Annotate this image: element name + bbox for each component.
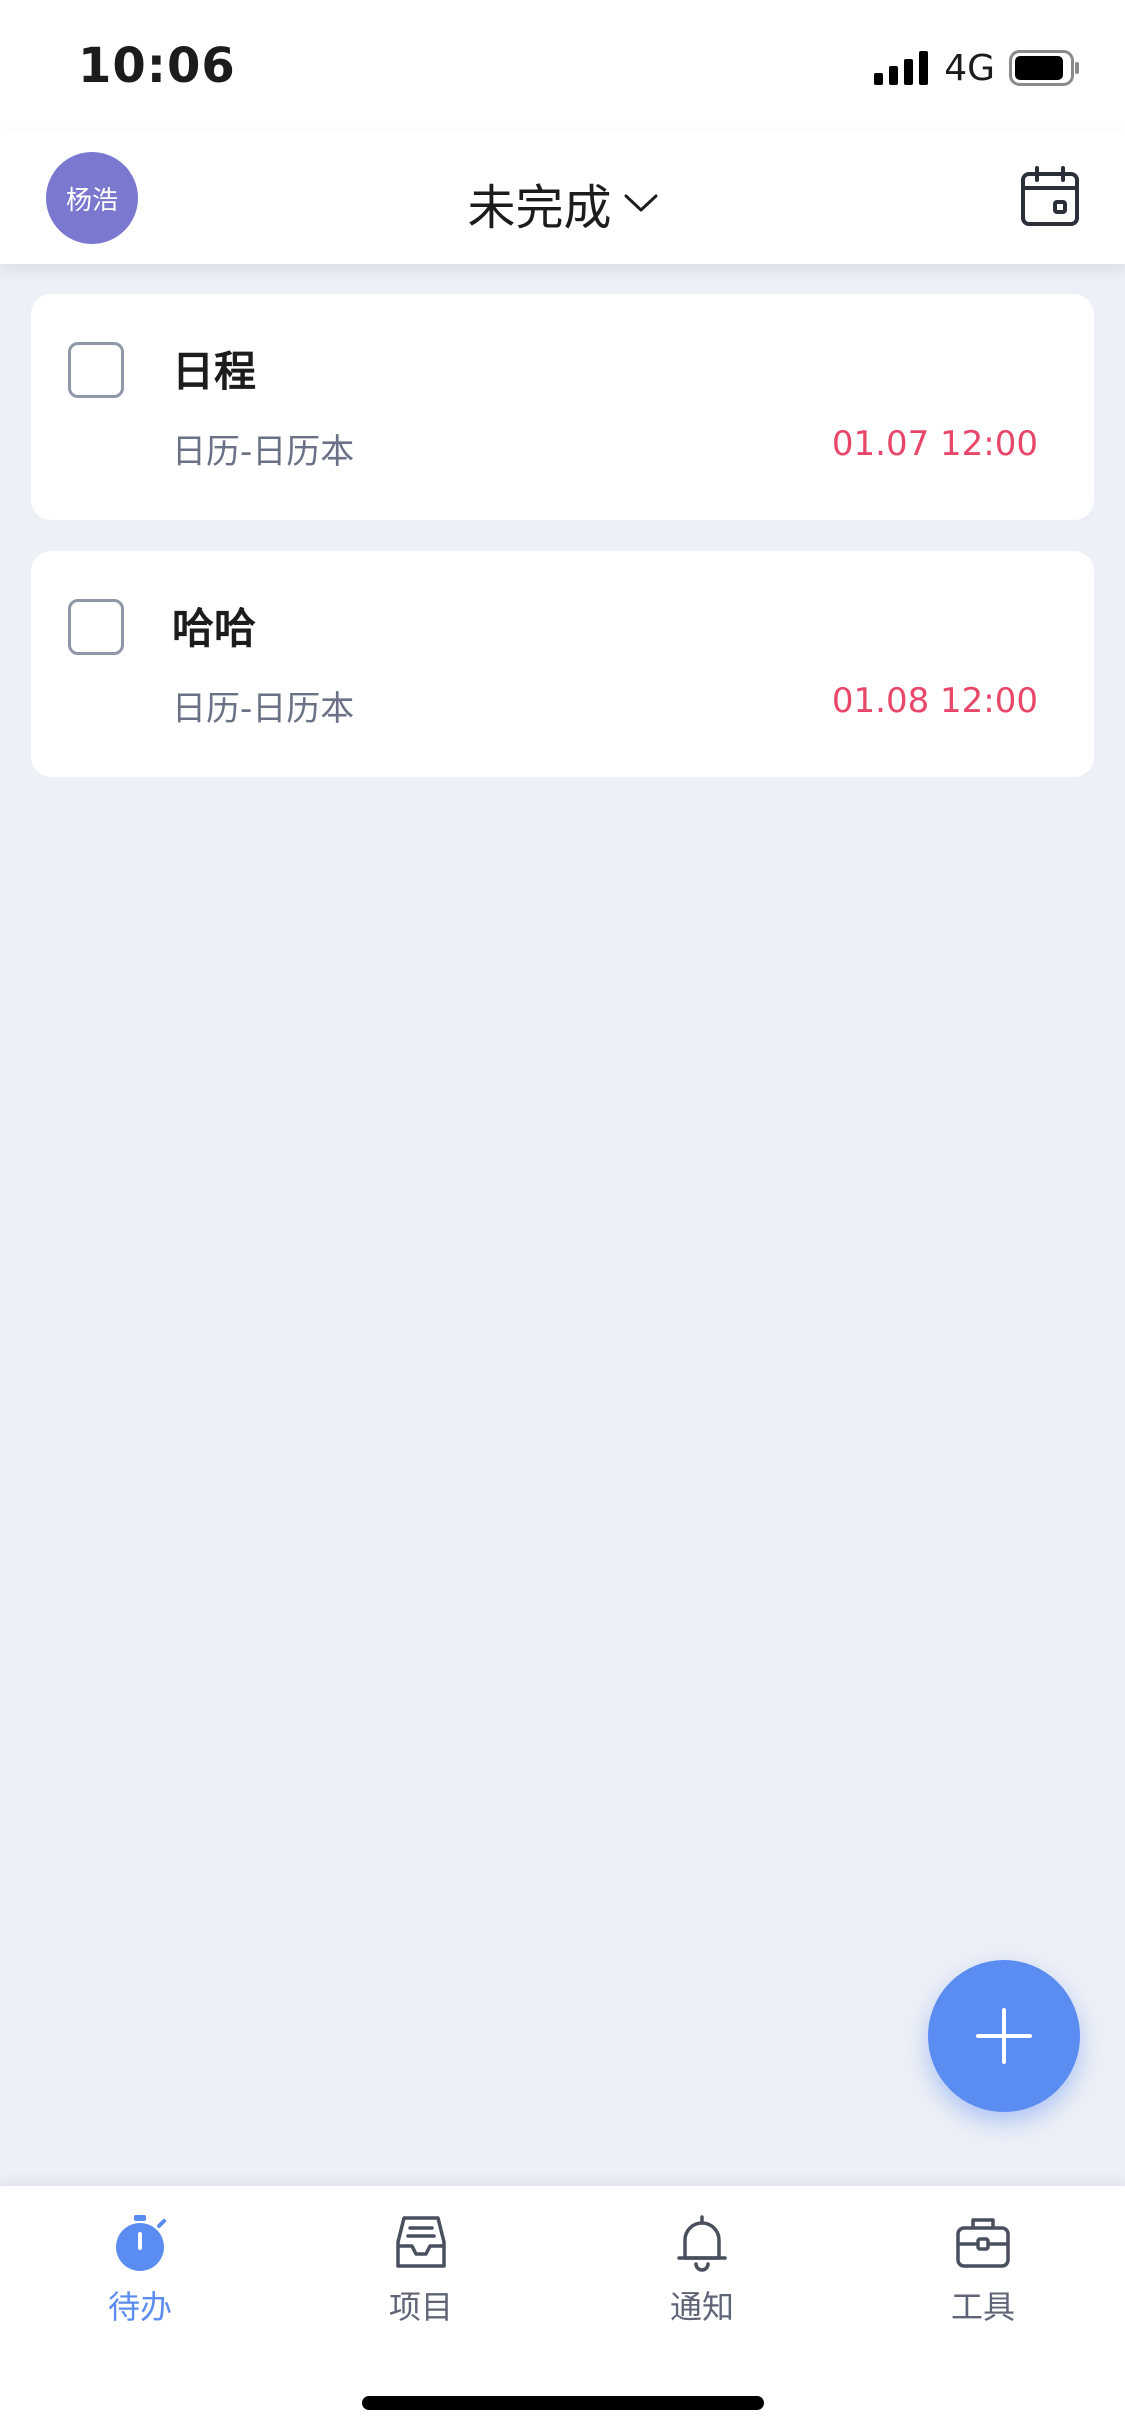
task-card[interactable]: 哈哈 日历-日历本 01.08 12:00: [31, 551, 1094, 777]
status-time: 10:06: [78, 38, 236, 94]
add-task-button[interactable]: [928, 1960, 1080, 2112]
signal-icon: [874, 51, 929, 85]
chevron-down-icon: [624, 194, 657, 212]
status-bar: 10:06 4G: [0, 0, 1125, 132]
plus-icon: [976, 2008, 1032, 2064]
calendar-button[interactable]: [1019, 166, 1081, 228]
tab-label: 待办: [107, 2288, 172, 2326]
nav-header: 杨浩 未完成: [0, 132, 1125, 264]
task-calendar: 日历-日历本: [172, 689, 355, 729]
tab-bar: 待办 项目 通知 工具: [0, 2186, 1125, 2436]
task-title: 哈哈: [172, 604, 257, 653]
task-due-time: 01.07 12:00: [831, 424, 1038, 464]
stopwatch-icon: [116, 2215, 166, 2271]
tab-label: 通知: [669, 2288, 734, 2326]
task-card[interactable]: 日程 日历-日历本 01.07 12:00: [31, 294, 1094, 520]
tab-notifications[interactable]: 通知: [602, 2212, 802, 2328]
inbox-icon: [396, 2216, 446, 2268]
network-type: 4G: [944, 47, 995, 89]
task-list: 日程 日历-日历本 01.07 12:00 哈哈 日历-日历本 01.08 12…: [31, 294, 1094, 808]
tab-label: 工具: [950, 2288, 1015, 2326]
task-title: 日程: [172, 347, 257, 396]
tab-todo[interactable]: 待办: [40, 2212, 240, 2328]
tab-tools[interactable]: 工具: [883, 2212, 1083, 2328]
task-due-time: 01.08 12:00: [831, 681, 1038, 721]
task-calendar: 日历-日历本: [172, 432, 355, 472]
tab-label: 项目: [388, 2288, 453, 2326]
bell-icon: [677, 2215, 727, 2272]
task-checkbox[interactable]: [68, 342, 124, 398]
status-indicators: 4G: [874, 46, 1081, 90]
page-title: 未完成: [467, 180, 612, 236]
filter-dropdown[interactable]: 未完成: [0, 168, 1125, 238]
battery-icon: [1009, 50, 1079, 86]
task-checkbox[interactable]: [68, 599, 124, 655]
calendar-icon: [1021, 166, 1079, 226]
toolbox-icon: [956, 2218, 1010, 2268]
home-indicator: [362, 2396, 764, 2410]
tab-projects[interactable]: 项目: [321, 2212, 521, 2328]
